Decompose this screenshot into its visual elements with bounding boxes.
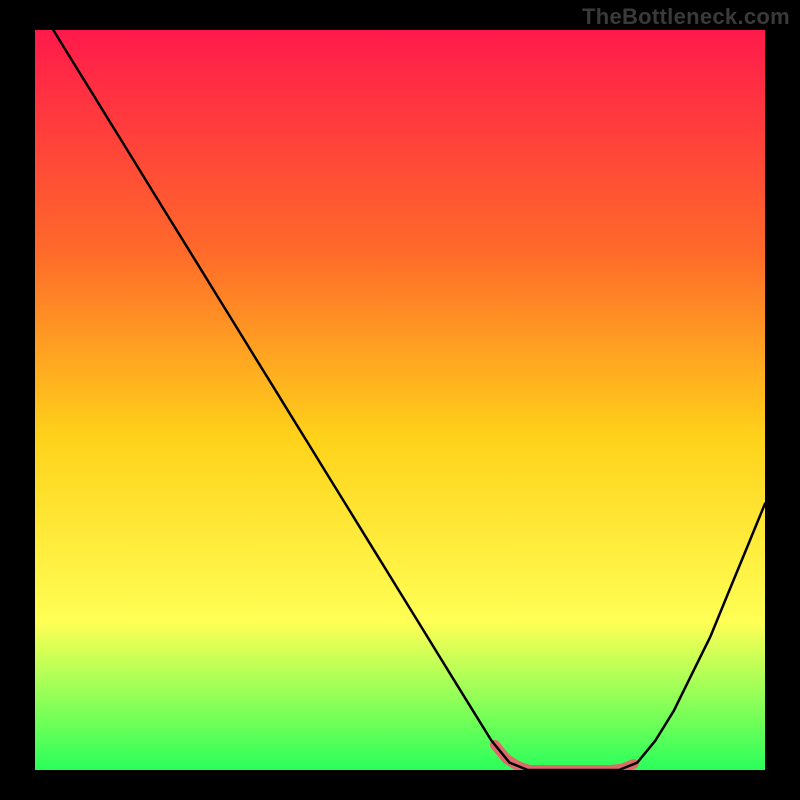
chart-frame: TheBottleneck.com (0, 0, 800, 800)
bottleneck-chart (35, 30, 765, 770)
gradient-background (35, 30, 765, 770)
plot-area (35, 30, 765, 770)
watermark-text: TheBottleneck.com (582, 4, 790, 30)
